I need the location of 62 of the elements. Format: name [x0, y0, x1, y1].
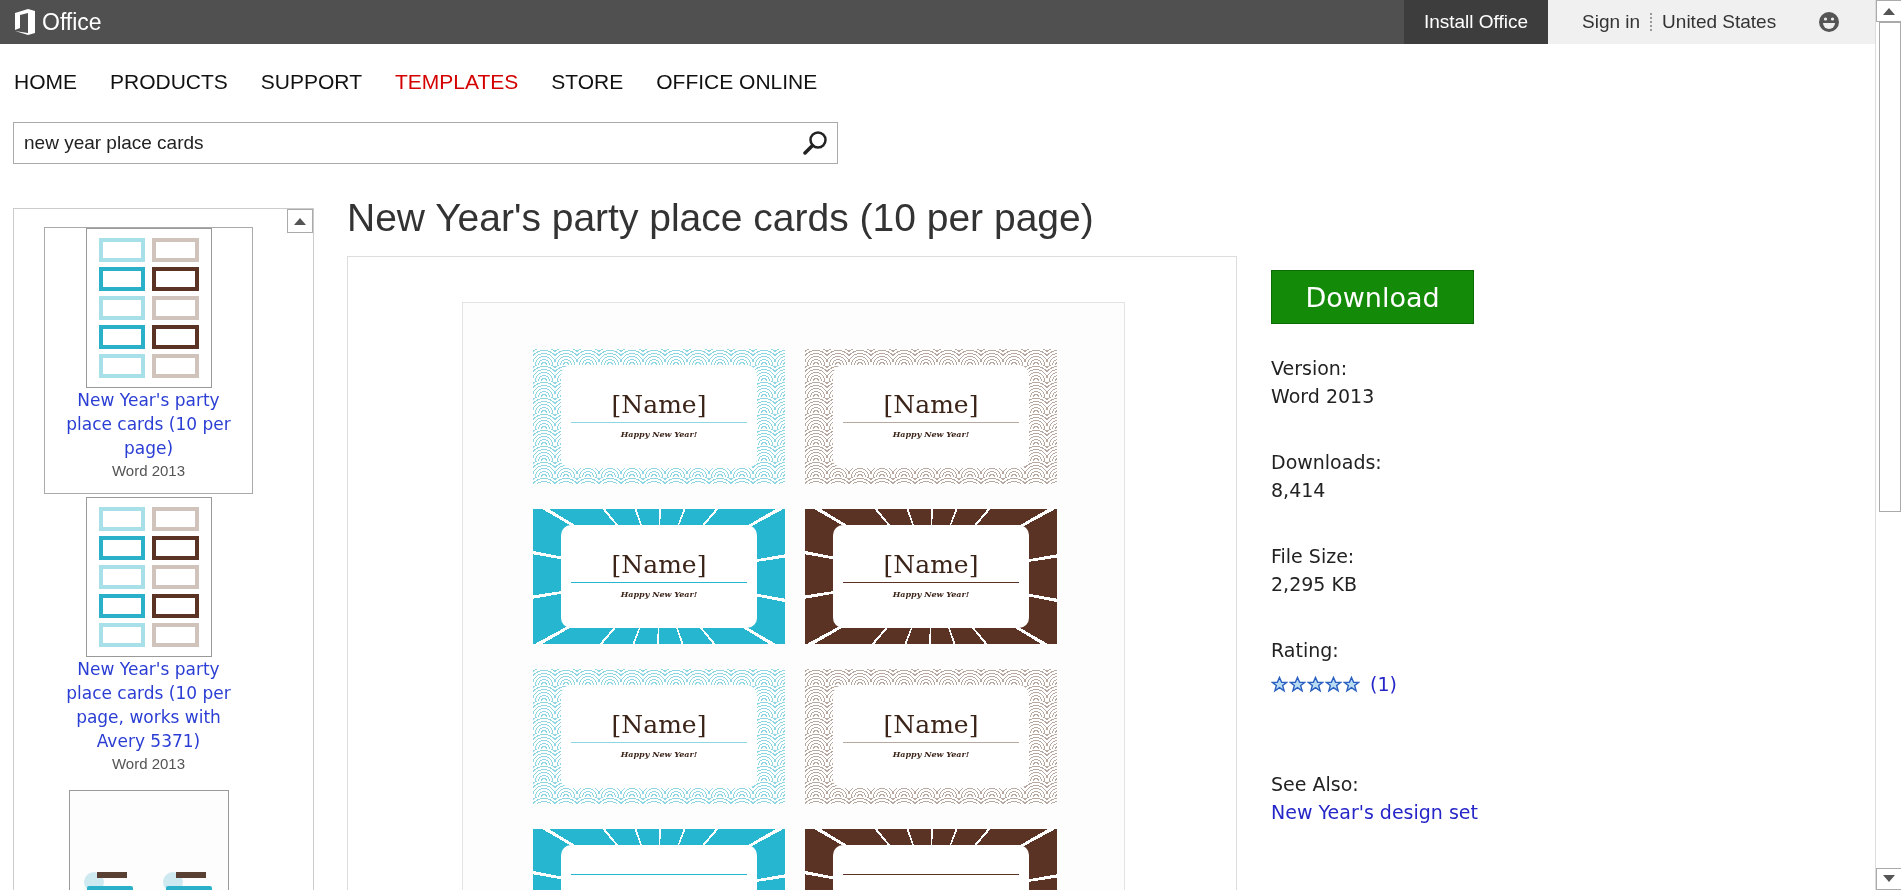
office-logo-icon	[14, 9, 36, 35]
card-greeting: Happy New Year!	[892, 589, 970, 599]
scrollbar-thumb[interactable]	[1879, 22, 1901, 512]
result-item[interactable]: New Year's party place cards (10 per page) Word 2013	[44, 227, 253, 494]
download-button[interactable]: Download	[1271, 270, 1474, 324]
search-field[interactable]: new year place cards	[13, 122, 838, 164]
result-item[interactable]: New Year's party place cards (10 per page, works with Avery 5371) Word 2013	[44, 496, 253, 787]
brand-name: Office	[42, 8, 102, 36]
template-version: Word 2013	[111, 755, 186, 772]
template-title-link[interactable]: New Year's party place cards (10 per page)	[58, 388, 239, 460]
up-arrow-icon	[294, 217, 306, 225]
card-greeting: Happy New Year!	[892, 749, 970, 759]
card-greeting: Happy New Year!	[892, 429, 970, 439]
card-name: [Name]	[883, 551, 979, 579]
install-office-link[interactable]: Install Office	[1404, 0, 1548, 44]
star-icon	[1307, 675, 1324, 693]
nav-tab[interactable]: TEMPLATES	[395, 70, 519, 114]
card-greeting: Happy New Year!	[620, 589, 698, 599]
scroll-up-button[interactable]	[1876, 0, 1901, 22]
detail-value: Word 2013	[1271, 384, 1376, 409]
scrollbar[interactable]	[1875, 0, 1901, 890]
region-link[interactable]: United States	[1662, 11, 1777, 33]
star-icon	[1271, 675, 1288, 693]
detail-value: 8,414	[1271, 478, 1327, 503]
see-also-link[interactable]: New Year's design set	[1271, 798, 1478, 826]
nav-tab[interactable]: STORE	[551, 70, 624, 114]
down-arrow-icon	[1883, 875, 1895, 883]
search-icon[interactable]	[803, 130, 829, 156]
card-name: [Name]	[883, 391, 979, 419]
detail-value: 2,295 KB	[1271, 572, 1358, 597]
template-thumbnail[interactable]	[85, 497, 212, 657]
search-input[interactable]: new year place cards	[22, 131, 803, 155]
detail-label: Version:	[1271, 356, 1349, 381]
card-name: [Name]	[611, 551, 707, 579]
rating-count-link[interactable]: (1)	[1370, 670, 1397, 698]
template-thumbnail[interactable]	[85, 228, 212, 388]
card-greeting: Happy New Year!	[620, 749, 698, 759]
template-version: Word 2013	[111, 462, 186, 479]
star-icon	[1289, 675, 1306, 693]
card-name: [Name]	[611, 711, 707, 739]
nav-tab[interactable]: SUPPORT	[260, 70, 362, 114]
up-arrow-icon	[1883, 7, 1895, 15]
star-rating[interactable]	[1271, 675, 1360, 693]
card-name: [Name]	[611, 391, 707, 419]
nav-tab[interactable]: PRODUCTS	[110, 70, 228, 114]
rating-label: Rating:	[1271, 638, 1340, 663]
scroll-down-button[interactable]	[1876, 868, 1901, 890]
smiley-icon[interactable]	[1818, 11, 1841, 33]
detail-label: Downloads:	[1271, 450, 1383, 475]
star-icon	[1343, 675, 1360, 693]
template-title: New Year's party place cards (10 per page)	[347, 196, 1095, 241]
card-greeting: Happy New Year!	[620, 429, 698, 439]
scroll-up-button[interactable]	[287, 209, 313, 233]
template-thumbnail[interactable]	[68, 790, 229, 890]
nav-tab[interactable]: HOME	[14, 70, 77, 114]
template-title-link[interactable]: New Year's party place cards (10 per page, works with Avery 5371)	[58, 657, 239, 753]
card-name: [Name]	[883, 711, 979, 739]
see-also-label: See Also:	[1271, 772, 1360, 797]
nav-tab[interactable]: OFFICE ONLINE	[656, 70, 818, 114]
star-icon	[1325, 675, 1342, 693]
detail-label: File Size:	[1271, 544, 1356, 569]
sign-in-link[interactable]: Sign in	[1582, 11, 1641, 33]
